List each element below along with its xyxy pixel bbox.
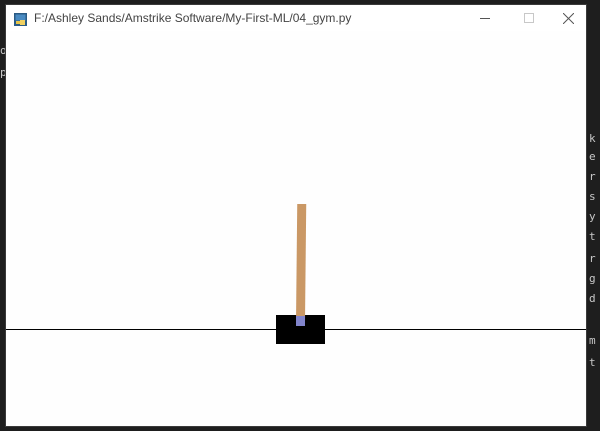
background-text-fragment: m [589, 334, 596, 347]
background-text-fragment: g [589, 272, 596, 285]
background-text-fragment: y [589, 210, 596, 223]
maximize-button[interactable] [506, 5, 552, 31]
background-text-fragment: r [589, 252, 596, 265]
title-bar[interactable]: F:/Ashley Sands/Amstrike Software/My-Fir… [6, 5, 586, 31]
background-text-fragment: k [589, 132, 596, 145]
render-canvas [6, 31, 586, 426]
pole-axle [296, 316, 305, 326]
gym-render-window: F:/Ashley Sands/Amstrike Software/My-Fir… [6, 5, 586, 426]
close-icon [562, 12, 574, 24]
background-text-fragment: e [589, 150, 596, 163]
minimize-icon [480, 18, 490, 19]
close-button[interactable] [550, 5, 586, 31]
pole [296, 203, 307, 323]
background-text-fragment: r [589, 170, 596, 183]
minimize-button[interactable] [462, 5, 508, 31]
background-editor-right: k e r s y t r g d m t [586, 0, 600, 431]
background-text-fragment: d [589, 292, 596, 305]
background-text-fragment: t [589, 356, 596, 369]
window-title: F:/Ashley Sands/Amstrike Software/My-Fir… [34, 11, 352, 25]
maximize-icon [524, 13, 534, 23]
background-text-fragment: s [589, 190, 596, 203]
background-text-fragment: t [589, 230, 596, 243]
python-app-icon [14, 11, 27, 26]
